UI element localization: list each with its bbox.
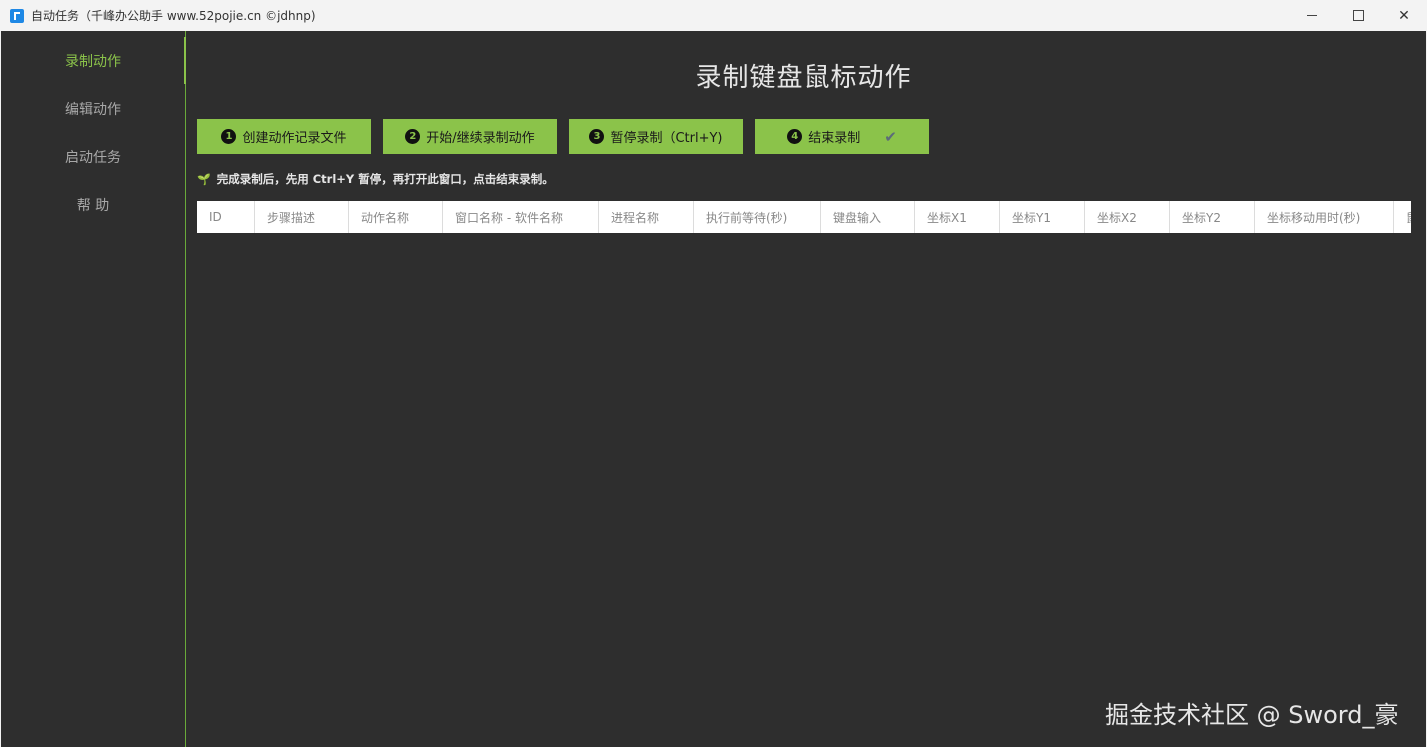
column-header[interactable]: 鼠 (1394, 201, 1411, 233)
sidebar-item-label: 录制动作 (65, 54, 121, 70)
end-recording-button[interactable]: 4 结束录制 ✔ (755, 119, 929, 154)
pause-recording-button[interactable]: 3 暂停录制（Ctrl+Y) (569, 119, 743, 154)
hint-text: 🌱 完成录制后，先用 Ctrl+Y 暂停，再打开此窗口，点击结束录制。 (197, 171, 554, 187)
column-header[interactable]: 坐标X1 (915, 201, 1000, 233)
column-header[interactable]: 窗口名称 - 软件名称 (443, 201, 599, 233)
sidebar-item-edit[interactable]: 编辑动作 (1, 85, 185, 133)
check-icon: ✔ (884, 127, 897, 146)
main-panel: 录制键盘鼠标动作 1 创建动作记录文件 2 开始/继续录制动作 3 暂停录制（C… (187, 31, 1426, 747)
window-title: 自动任务（千峰办公助手 www.52pojie.cn ©jdhnp) (31, 9, 316, 23)
app-icon (10, 8, 24, 23)
sidebar: 录制动作 编辑动作 启动任务 帮 助 (1, 31, 186, 747)
sidebar-item-record[interactable]: 录制动作 (1, 37, 185, 85)
column-header[interactable]: 执行前等待(秒) (694, 201, 821, 233)
column-header[interactable]: 坐标X2 (1085, 201, 1170, 233)
column-header[interactable]: 坐标移动用时(秒) (1255, 201, 1394, 233)
start-recording-button[interactable]: 2 开始/继续录制动作 (383, 119, 557, 154)
active-nav-indicator (184, 37, 186, 84)
page-title: 录制键盘鼠标动作 (695, 63, 912, 93)
column-header[interactable]: 坐标Y1 (1000, 201, 1085, 233)
column-header[interactable]: 步骤描述 (255, 201, 349, 233)
column-header[interactable]: 动作名称 (349, 201, 443, 233)
maximize-icon (1352, 10, 1364, 21)
close-button[interactable]: ✕ (1381, 0, 1427, 31)
button-label: 结束录制 (808, 131, 861, 146)
minimize-icon (1307, 15, 1317, 16)
button-label: 创建动作记录文件 (242, 131, 347, 146)
button-label: 暂停录制（Ctrl+Y) (610, 131, 723, 146)
sidebar-item-label: 帮 助 (76, 198, 110, 214)
close-icon: ✕ (1398, 7, 1410, 24)
step-number-icon: 1 (221, 129, 237, 144)
step-number-icon: 2 (405, 129, 421, 144)
column-header[interactable]: 进程名称 (599, 201, 694, 233)
watermark-text: 掘金技术社区 @ Sword_豪 (1105, 701, 1399, 729)
hint-label: 完成录制后，先用 Ctrl+Y 暂停，再打开此窗口，点击结束录制。 (216, 172, 554, 186)
sidebar-item-label: 启动任务 (65, 150, 121, 166)
sidebar-item-help[interactable]: 帮 助 (1, 181, 185, 229)
maximize-button[interactable] (1335, 0, 1381, 31)
minimize-button[interactable] (1289, 0, 1335, 31)
step-number-icon: 4 (787, 129, 803, 144)
app-window: 录制动作 编辑动作 启动任务 帮 助 录制键盘鼠标动作 1 创建动作记录文件 2… (1, 31, 1426, 747)
column-header[interactable]: 坐标Y2 (1170, 201, 1255, 233)
button-label: 开始/继续录制动作 (426, 131, 535, 146)
create-record-file-button[interactable]: 1 创建动作记录文件 (197, 119, 371, 154)
column-header[interactable]: ID (197, 201, 255, 233)
title-bar: 自动任务（千峰办公助手 www.52pojie.cn ©jdhnp) ✕ (0, 0, 1427, 31)
window-controls: ✕ (1289, 0, 1427, 31)
actions-table: ID 步骤描述 动作名称 窗口名称 - 软件名称 进程名称 执行前等待(秒) 键… (197, 201, 1411, 233)
sprout-icon: 🌱 (197, 172, 211, 186)
sidebar-item-start-task[interactable]: 启动任务 (1, 133, 185, 181)
column-header[interactable]: 键盘输入 (821, 201, 915, 233)
sidebar-item-label: 编辑动作 (65, 102, 121, 118)
step-number-icon: 3 (589, 129, 605, 144)
